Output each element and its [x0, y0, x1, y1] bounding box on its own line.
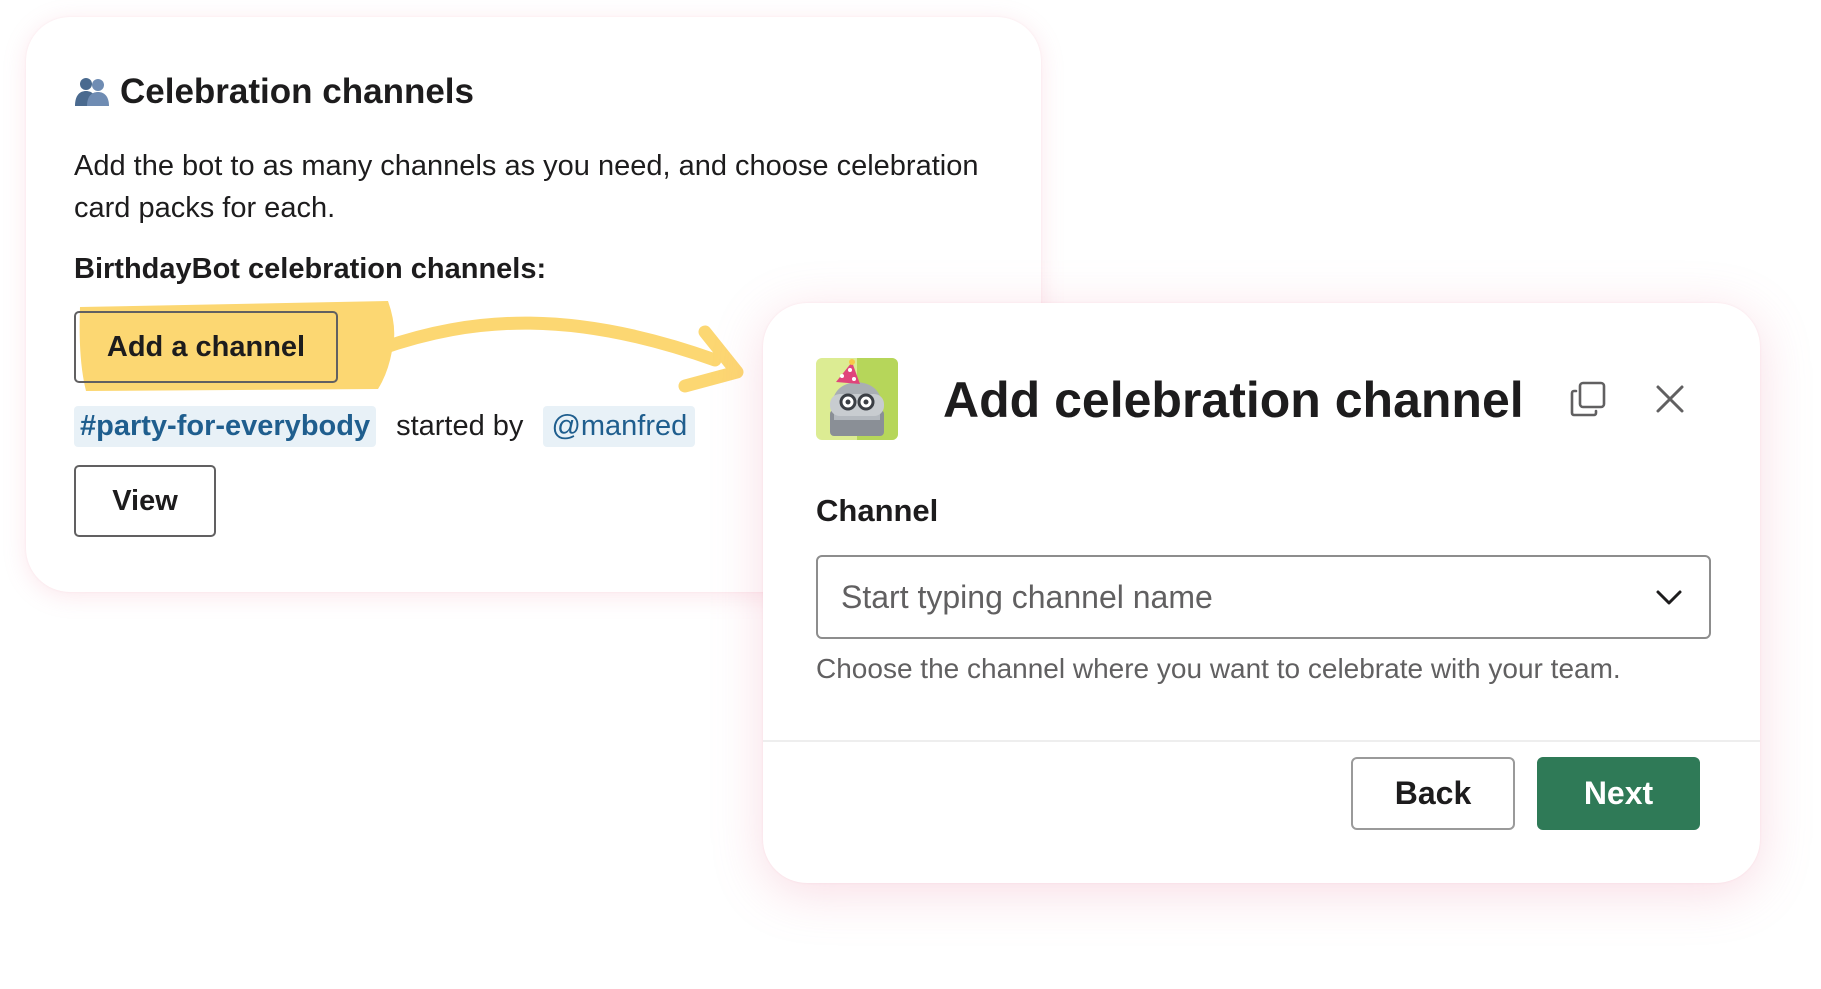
- modal-title: Add celebration channel: [943, 372, 1524, 428]
- view-button[interactable]: View: [74, 465, 216, 537]
- section-title-text: Celebration channels: [120, 72, 474, 111]
- started-by-label: started by: [396, 409, 524, 442]
- arrow-icon: [370, 316, 744, 393]
- user-mention[interactable]: @manfred: [543, 405, 696, 447]
- copy-icon[interactable]: [1563, 374, 1613, 424]
- channel-link[interactable]: #party-for-everybody: [74, 405, 377, 447]
- people-icon: [74, 76, 110, 108]
- channels-subheading: BirthdayBot celebration channels:: [74, 253, 547, 285]
- channel-field-label: Channel: [816, 493, 939, 528]
- footer-divider: [763, 740, 1760, 742]
- birthday-bot-avatar: [816, 358, 898, 440]
- add-channel-modal: Add celebration channel Channel Start ty…: [763, 303, 1760, 883]
- next-button[interactable]: Next: [1537, 757, 1700, 830]
- close-icon[interactable]: [1645, 374, 1695, 424]
- back-button[interactable]: Back: [1351, 757, 1515, 830]
- add-channel-button[interactable]: Add a channel: [74, 311, 338, 383]
- channel-select-placeholder: Start typing channel name: [841, 579, 1213, 615]
- section-description: Add the bot to as many channels as you n…: [74, 150, 979, 224]
- canvas: Celebration channels Add the bot to as m…: [0, 0, 1821, 989]
- channel-select[interactable]: Start typing channel name: [816, 555, 1711, 639]
- chevron-down-icon[interactable]: [1651, 579, 1687, 615]
- channel-entry: #party-for-everybody started by @manfred: [74, 404, 696, 448]
- channel-hint: Choose the channel where you want to cel…: [816, 653, 1621, 684]
- section-title: Celebration channels: [74, 72, 474, 112]
